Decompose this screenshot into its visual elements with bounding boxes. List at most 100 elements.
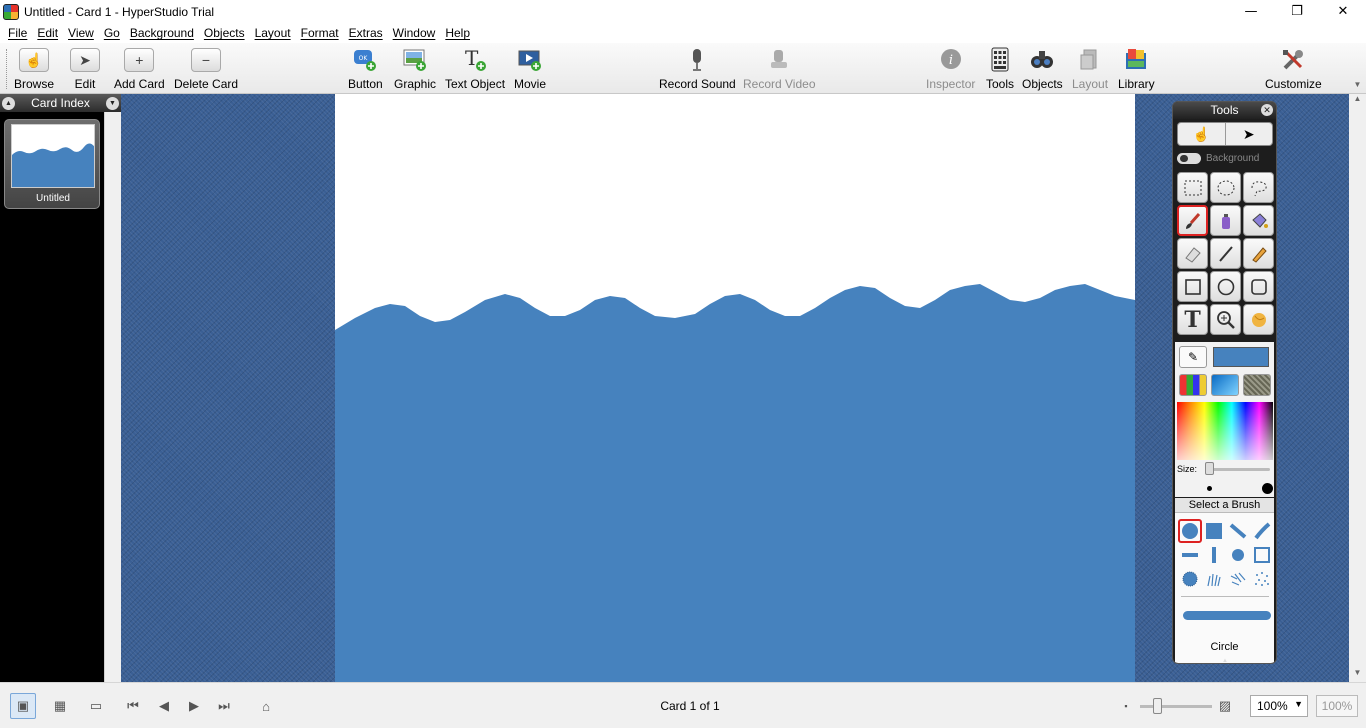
color-grid-palette-icon[interactable] — [1179, 374, 1207, 396]
layout-button[interactable]: Layout — [1072, 46, 1108, 92]
add-card-button[interactable]: + Add Card — [114, 46, 165, 92]
paint-bucket-icon[interactable] — [1243, 205, 1274, 236]
record-video-button[interactable]: Record Video — [743, 46, 816, 92]
zoom-slider-handle[interactable] — [1153, 698, 1162, 714]
paintbrush-icon[interactable] — [1177, 205, 1208, 236]
rectangle-icon[interactable] — [1177, 271, 1208, 302]
tools-button[interactable]: Tools — [985, 46, 1015, 92]
close-button[interactable]: ✕ — [1320, 0, 1366, 23]
restore-button[interactable]: ❐ — [1274, 0, 1320, 23]
window-controls: — ❐ ✕ — [1228, 0, 1366, 23]
browse-hand-icon[interactable]: ☝ — [1178, 123, 1225, 145]
card-index-panel: ▲ Card Index ▼ Untitled — [0, 94, 121, 682]
lasso-icon[interactable] — [1243, 172, 1274, 203]
brush-size-slider[interactable] — [1208, 468, 1270, 471]
delete-card-button[interactable]: − Delete Card — [174, 46, 238, 92]
brush-small-circle-icon[interactable] — [1226, 543, 1250, 567]
oval-select-icon[interactable] — [1210, 172, 1241, 203]
add-text-object-button[interactable]: T Text Object — [445, 46, 505, 92]
close-icon[interactable]: ✕ — [1261, 104, 1273, 116]
eyedropper-icon[interactable]: ✎ — [1179, 346, 1207, 368]
gradient-palette-icon[interactable] — [1211, 374, 1239, 396]
menu-format[interactable]: Format — [296, 26, 344, 40]
line-icon[interactable] — [1210, 238, 1241, 269]
layout-label: Layout — [1072, 77, 1109, 91]
title-bar: Untitled - Card 1 - HyperStudio Trial — … — [0, 0, 1366, 23]
texture-palette-icon[interactable] — [1243, 374, 1271, 396]
card-index-scrollbar[interactable] — [104, 112, 121, 682]
menu-bar: File Edit View Go Background Objects Lay… — [0, 23, 1366, 43]
minimize-button[interactable]: — — [1228, 0, 1274, 23]
brush-circle-icon[interactable] — [1178, 519, 1202, 543]
menu-view[interactable]: View — [63, 26, 99, 40]
brush-grass-icon[interactable] — [1202, 567, 1226, 591]
brush-horizontal-icon[interactable] — [1178, 543, 1202, 567]
card-thumbnail[interactable]: Untitled — [4, 119, 100, 209]
scroll-up-icon[interactable]: ▲ — [1349, 94, 1366, 108]
brush-size-slider-handle[interactable] — [1205, 462, 1214, 475]
workspace-vertical-scrollbar[interactable]: ▲ ▼ — [1349, 94, 1366, 682]
record-sound-button[interactable]: Record Sound — [659, 46, 736, 92]
menu-edit[interactable]: Edit — [32, 26, 63, 40]
previous-card-icon[interactable]: ◀ — [151, 693, 177, 719]
rounded-rectangle-icon[interactable] — [1243, 271, 1274, 302]
zoom-out-image-icon[interactable]: ▪ — [1113, 693, 1139, 719]
add-button-object-button[interactable]: OK Button — [348, 46, 383, 92]
menu-help[interactable]: Help — [440, 26, 475, 40]
brush-vertical-icon[interactable] — [1202, 543, 1226, 567]
menu-background[interactable]: Background — [125, 26, 199, 40]
zoom-in-image-icon[interactable]: ▨ — [1212, 693, 1238, 719]
menu-extras[interactable]: Extras — [344, 26, 388, 40]
brush-backslash-icon[interactable] — [1226, 519, 1250, 543]
color-spectrum[interactable] — [1177, 402, 1273, 460]
eraser-icon[interactable] — [1177, 238, 1208, 269]
inspector-label: Inspector — [926, 77, 976, 91]
add-graphic-button[interactable]: Graphic — [394, 46, 436, 92]
inspector-button[interactable]: i Inspector — [926, 46, 975, 92]
edit-arrow-icon[interactable]: ➤ — [1224, 123, 1273, 145]
collapse-arrow-icon[interactable]: ▲ — [1217, 658, 1233, 663]
rect-select-icon[interactable] — [1177, 172, 1208, 203]
brush-textured-circle-icon[interactable] — [1178, 567, 1202, 591]
tools-palette-title-text: Tools — [1210, 103, 1239, 117]
single-card-view-icon[interactable]: ▣ — [10, 693, 36, 719]
last-card-icon[interactable]: ⏭ — [211, 693, 237, 719]
background-toggle[interactable]: Background — [1177, 151, 1273, 165]
brush-slash-icon[interactable] — [1250, 519, 1274, 543]
zoom-fixed-button[interactable]: 100% — [1316, 695, 1358, 717]
menu-layout[interactable]: Layout — [250, 26, 296, 40]
menu-objects[interactable]: Objects — [199, 26, 250, 40]
library-button[interactable]: Library — [1118, 46, 1155, 92]
current-color-swatch[interactable] — [1213, 347, 1269, 367]
zoom-slider[interactable] — [1140, 705, 1212, 708]
brush-square-icon[interactable] — [1202, 519, 1226, 543]
zoom-select[interactable]: 100% ▼ — [1250, 695, 1308, 717]
menu-down-icon[interactable]: ▼ — [105, 96, 119, 110]
brush-scatter-icon[interactable] — [1226, 567, 1250, 591]
pencil-icon[interactable] — [1243, 238, 1274, 269]
oval-icon[interactable] — [1210, 271, 1241, 302]
edit-button[interactable]: ➤ Edit — [70, 46, 100, 92]
presentation-view-icon[interactable]: ▭ — [83, 693, 109, 719]
collapse-up-icon[interactable]: ▲ — [2, 96, 15, 110]
toolbar-overflow-chevron[interactable]: ▼ — [1349, 80, 1366, 94]
home-icon[interactable]: ⌂ — [253, 693, 279, 719]
text-tool-icon[interactable]: T — [1177, 304, 1208, 335]
menu-go[interactable]: Go — [99, 26, 125, 40]
add-movie-button[interactable]: Movie — [514, 46, 546, 92]
card-canvas[interactable] — [335, 94, 1135, 682]
zoom-icon[interactable] — [1210, 304, 1241, 335]
smudge-hand-icon[interactable] — [1243, 304, 1274, 335]
browse-button[interactable]: ☝ Browse — [14, 46, 54, 92]
objects-button[interactable]: Objects — [1022, 46, 1063, 92]
menu-window[interactable]: Window — [388, 26, 441, 40]
spray-can-icon[interactable] — [1210, 205, 1241, 236]
scroll-down-icon[interactable]: ▼ — [1349, 668, 1366, 682]
brush-spray-dots-icon[interactable] — [1250, 567, 1274, 591]
brush-outline-square-icon[interactable] — [1250, 543, 1274, 567]
customize-button[interactable]: Customize — [1265, 46, 1322, 92]
grid-view-icon[interactable]: ▦ — [47, 693, 73, 719]
menu-file[interactable]: File — [3, 26, 32, 40]
first-card-icon[interactable]: ⏮ — [120, 693, 146, 719]
next-card-icon[interactable]: ▶ — [181, 693, 207, 719]
